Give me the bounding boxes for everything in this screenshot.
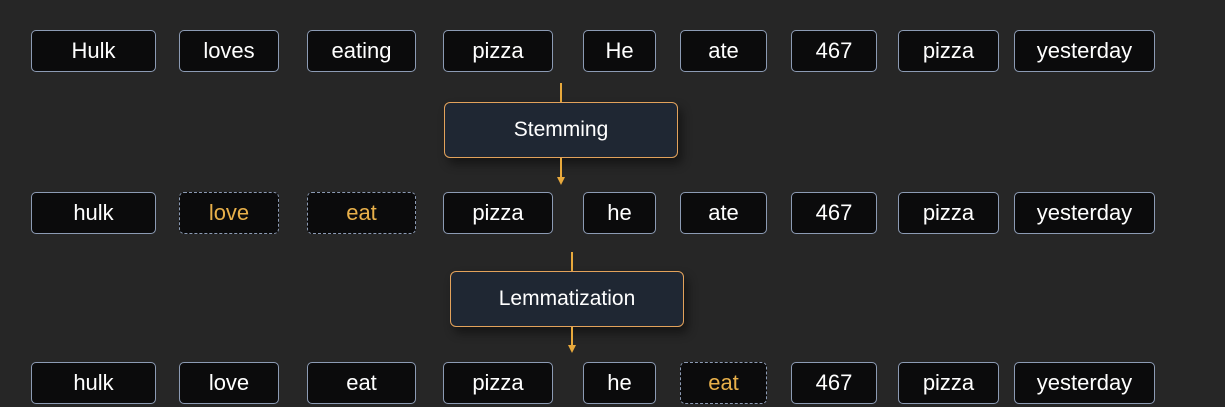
stemming-arrow-in <box>560 83 562 102</box>
stemmed-token-love: love <box>179 192 279 234</box>
original-token-hulk: Hulk <box>31 30 156 72</box>
stemming-arrowhead <box>557 177 565 185</box>
stemmed-token-yesterday: yesterday <box>1014 192 1155 234</box>
original-token-pizza-2: pizza <box>898 30 999 72</box>
stemming-arrow-out <box>560 158 562 177</box>
lemmatized-token-eat: eat <box>307 362 416 404</box>
original-token-pizza-1: pizza <box>443 30 553 72</box>
lemmatization-arrow-out <box>571 327 573 345</box>
stemmed-token-467: 467 <box>791 192 877 234</box>
original-token-eating: eating <box>307 30 416 72</box>
lemmatized-token-pizza-2: pizza <box>898 362 999 404</box>
stemmed-token-pizza-2: pizza <box>898 192 999 234</box>
original-token-loves: loves <box>179 30 279 72</box>
lemmatization-arrowhead <box>568 345 576 353</box>
lemmatized-token-yesterday: yesterday <box>1014 362 1155 404</box>
lemmatized-token-467: 467 <box>791 362 877 404</box>
stemmed-token-he: he <box>583 192 656 234</box>
stemmed-token-hulk: hulk <box>31 192 156 234</box>
lemmatization-step-box: Lemmatization <box>450 271 684 327</box>
lemmatized-token-love: love <box>179 362 279 404</box>
lemmatized-token-eat-from-ate: eat <box>680 362 767 404</box>
stemmed-token-ate: ate <box>680 192 767 234</box>
lemmatized-token-he: he <box>583 362 656 404</box>
original-token-yesterday: yesterday <box>1014 30 1155 72</box>
lemmatized-token-hulk: hulk <box>31 362 156 404</box>
lemmatized-token-pizza-1: pizza <box>443 362 553 404</box>
original-token-he: He <box>583 30 656 72</box>
stemming-step-box: Stemming <box>444 102 678 158</box>
original-token-ate: ate <box>680 30 767 72</box>
original-token-467: 467 <box>791 30 877 72</box>
stemmed-token-pizza-1: pizza <box>443 192 553 234</box>
lemmatization-arrow-in <box>571 252 573 271</box>
stemmed-token-eat: eat <box>307 192 416 234</box>
